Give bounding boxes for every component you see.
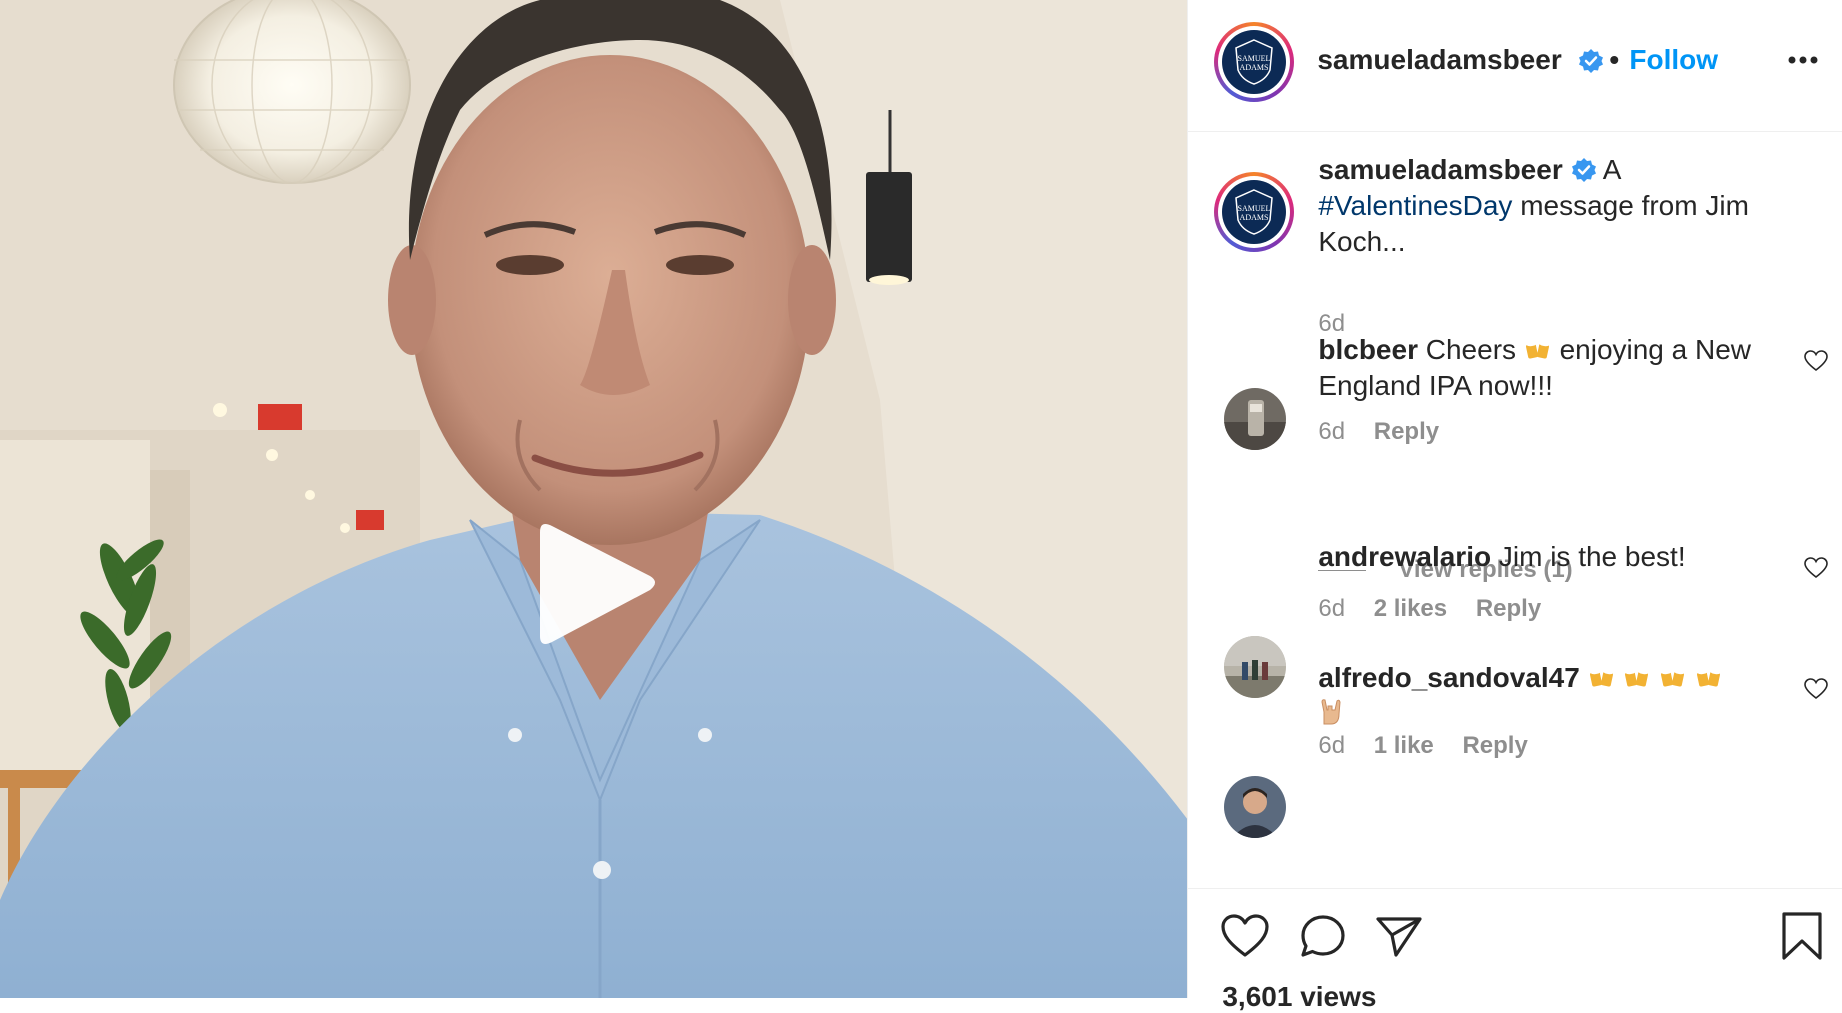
comment-text: blcbeer Cheers enjoying a New England IP… [1318,332,1773,404]
beer-mugs-emoji-icon [1589,667,1614,687]
comment-likes[interactable]: 1 like [1374,732,1434,759]
beer-mugs-emoji-icon [1661,667,1686,687]
caption-author-avatar[interactable]: SAMUEL ADAMS [1214,172,1295,252]
comment-username[interactable]: andrewalario [1318,541,1491,572]
follow-button[interactable]: Follow [1629,44,1718,76]
video-player[interactable] [0,0,1188,998]
caption-text: samueladamsbeer A #ValentinesDay message… [1318,152,1773,260]
beer-mugs-emoji-icon [1625,667,1650,687]
beer-mugs-emoji-icon [1525,339,1550,359]
comment-timestamp[interactable]: 6d [1318,418,1345,445]
hashtag-link[interactable]: #ValentinesDay [1318,190,1512,221]
view-count[interactable]: 3,601 views [1222,981,1376,1013]
comment-username[interactable]: blcbeer [1318,334,1418,365]
comment-text: andrewalario Jim is the best! [1318,539,1773,575]
rock-on-hand-emoji-icon [1321,699,1341,725]
heart-icon[interactable] [1220,913,1270,959]
caption-text-start: A [1602,154,1620,185]
more-horizontal-icon[interactable] [1788,56,1818,64]
reply-button[interactable]: Reply [1476,595,1541,622]
comment-timestamp[interactable]: 6d [1318,595,1345,622]
post-actions-bar: 3,601 views [1188,888,1842,1012]
instagram-post-page: SAMUEL ADAMS samueladamsbeer • Follow SA… [0,0,1842,1012]
commenter-avatar-andrewalario[interactable] [1224,636,1287,698]
reply-button[interactable]: Reply [1374,418,1439,445]
comment-username[interactable]: alfredo_sandoval47 [1318,662,1579,693]
like-comment-heart-icon[interactable] [1804,557,1829,579]
comment-meta: 6d Reply [1318,418,1461,446]
like-comment-heart-icon[interactable] [1804,350,1829,372]
svg-text:SAMUEL: SAMUEL [1238,204,1271,213]
reply-button[interactable]: Reply [1462,732,1527,759]
comment-meta: 6d 1 like Reply [1318,732,1549,760]
play-icon[interactable] [530,520,660,650]
svg-text:ADAMS: ADAMS [1240,213,1269,222]
paper-plane-icon[interactable] [1374,913,1424,959]
comments-list[interactable]: SAMUEL ADAMS samueladamsbeer A #Valentin… [1188,132,1842,888]
comment-timestamp[interactable]: 6d [1318,732,1345,759]
bookmark-icon[interactable] [1780,911,1824,961]
comment-likes[interactable]: 2 likes [1374,595,1447,622]
separator-dot: • [1609,44,1620,75]
samuel-adams-logo: SAMUEL ADAMS [1222,180,1287,244]
comment-icon[interactable] [1298,913,1348,959]
like-comment-heart-icon[interactable] [1804,678,1829,700]
verified-badge-icon [1571,158,1596,182]
comment-meta: 6d 2 likes Reply [1318,595,1563,623]
commenter-avatar-alfredo_sandoval47[interactable] [1224,776,1287,838]
comment-text: alfredo_sandoval47 [1318,660,1773,732]
verified-badge-icon [1579,49,1604,73]
video-frame [0,0,1188,998]
author-username[interactable]: samueladamsbeer [1317,44,1561,76]
comment-body: Jim is the best! [1498,541,1686,572]
author-avatar[interactable]: SAMUEL ADAMS [1214,22,1295,102]
caption-username[interactable]: samueladamsbeer [1318,154,1562,185]
post-side-panel: SAMUEL ADAMS samueladamsbeer • Follow SA… [1187,0,1842,1012]
commenter-avatar-blcbeer[interactable] [1224,388,1287,450]
beer-mugs-emoji-icon [1696,667,1721,687]
post-header: SAMUEL ADAMS samueladamsbeer • Follow [1188,0,1842,132]
svg-text:SAMUEL: SAMUEL [1238,54,1271,63]
svg-text:ADAMS: ADAMS [1240,63,1269,72]
samuel-adams-logo: SAMUEL ADAMS [1222,30,1287,94]
comment-body-start: Cheers [1425,334,1517,365]
